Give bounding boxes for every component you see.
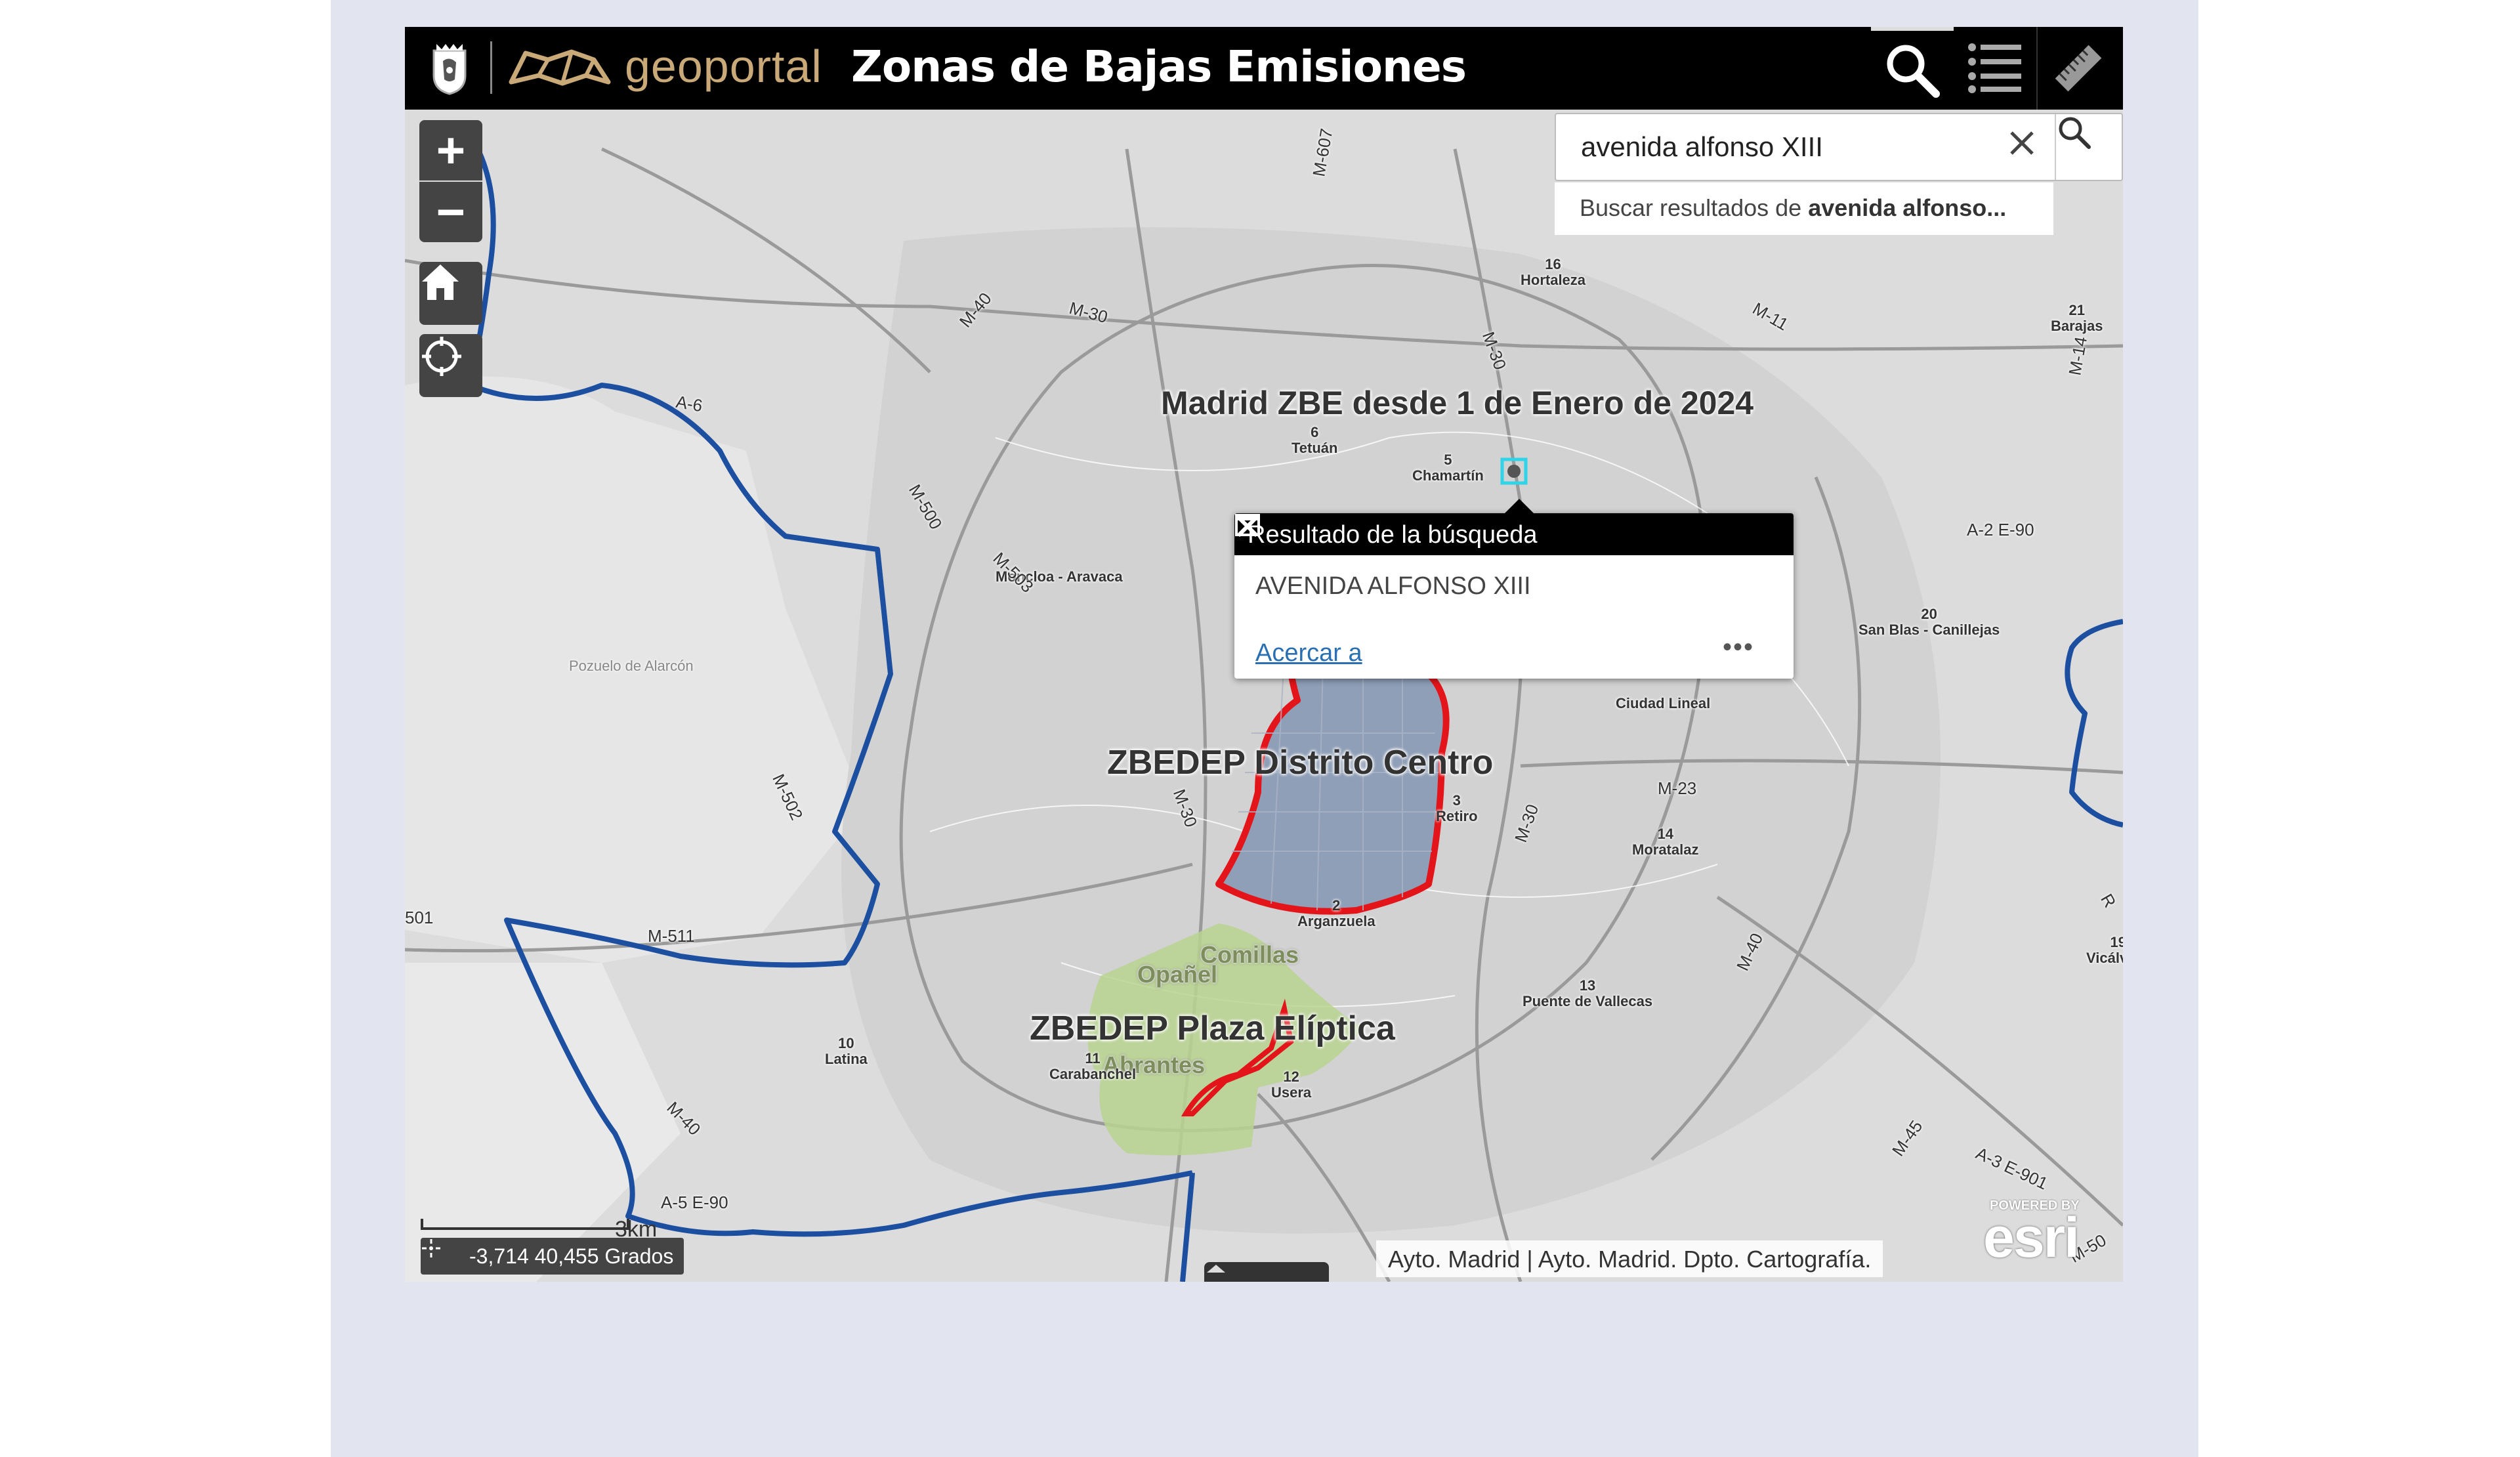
chevron-up-icon <box>1207 1265 1225 1273</box>
expand-panel-button[interactable] <box>1204 1262 1329 1282</box>
close-icon[interactable] <box>1234 513 1261 539</box>
district-carabanchel: 11 Carabanchel <box>1049 1050 1137 1083</box>
search-input[interactable] <box>1556 114 2055 180</box>
district-vallecas: 13 Puente de Vallecas <box>1522 977 1653 1010</box>
layer-list-button[interactable] <box>1954 27 2036 110</box>
search-icon <box>2059 117 2091 149</box>
district-usera: 12 Usera <box>1271 1068 1312 1101</box>
popup-header: Resultado de la búsqueda <box>1234 513 1794 555</box>
zoom-to-link[interactable]: Acercar a <box>1255 639 1362 667</box>
measure-button[interactable] <box>2036 27 2119 110</box>
crosshair-icon <box>422 1239 440 1257</box>
opanel-label: Opañel <box>1137 961 1218 988</box>
district-chamartin: 5 Chamartín <box>1412 452 1484 484</box>
district-moratalaz: 14 Moratalaz <box>1632 826 1699 858</box>
geoportal-logo-text[interactable]: geoportal <box>625 40 822 93</box>
madrid-zbe-label: Madrid ZBE desde 1 de Enero de 2024 <box>1161 385 1754 421</box>
search-toggle-button[interactable] <box>1871 27 1954 110</box>
clear-search-button[interactable] <box>2007 129 2044 165</box>
district-tetuan: 6 Tetuán <box>1292 424 1338 457</box>
road-label: A-2 E-90 <box>1967 520 2034 539</box>
map-canvas[interactable] <box>405 110 2123 1282</box>
search-submit-button[interactable] <box>2055 114 2123 180</box>
map-app: geoportal Zonas de Bajas Emisiones Madri… <box>405 27 2123 1282</box>
popup-result-text: AVENIDA ALFONSO XIII <box>1255 572 1531 600</box>
search-suggestion[interactable]: Buscar resultados de avenida alfonso... <box>1555 182 2053 235</box>
attribution: Ayto. Madrid | Ayto. Madrid. Dpto. Carto… <box>1376 1240 1883 1277</box>
measure-ruler-icon <box>2055 45 2102 92</box>
road-label: A-5 E-90 <box>661 1193 728 1212</box>
city-crest-icon[interactable] <box>430 41 469 95</box>
search-icon <box>1887 45 1940 98</box>
coordinate-readout[interactable]: -3,714 40,455 Grados <box>421 1238 684 1275</box>
suggestion-term: avenida alfonso... <box>1808 194 2007 221</box>
district-latina: 10 Latina <box>825 1035 868 1068</box>
district-ciudadlineal: Ciudad Lineal <box>1616 695 1711 711</box>
search-result-popup: Resultado de la búsqueda AVENIDA ALFONSO… <box>1234 499 1794 679</box>
road-label: M-511 <box>648 926 695 946</box>
coordinate-text: -3,714 40,455 Grados <box>469 1244 674 1268</box>
road-label: 501 <box>405 908 434 927</box>
road-label: M-23 <box>1658 778 1697 798</box>
popup-title: Resultado de la búsqueda <box>1248 521 1538 549</box>
header-divider <box>490 41 492 94</box>
map-view[interactable]: Madrid ZBE desde 1 de Enero de 2024 ZBED… <box>405 110 2123 1282</box>
district-arganzuela: 2 Arganzuela <box>1297 897 1376 930</box>
popup-pointer <box>1505 499 1534 513</box>
district-sanblas: 20 San Blas - Canillejas <box>1858 606 2000 639</box>
suggestion-prefix: Buscar resultados de <box>1580 194 1809 221</box>
district-retiro: 3 Retiro <box>1436 792 1478 825</box>
district-vicalvaro: 19Vicálvaro <box>2086 934 2123 967</box>
district-barajas: 21 Barajas <box>2051 302 2103 335</box>
district-hortaleza: 16 Hortaleza <box>1521 256 1586 289</box>
app-header: geoportal Zonas de Bajas Emisiones <box>405 27 2123 110</box>
more-actions-button[interactable]: ••• <box>1723 633 1754 662</box>
home-icon <box>422 264 459 300</box>
search-widget <box>1555 113 2123 181</box>
zbedep-centro-label: ZBEDEP Distrito Centro <box>1107 744 1494 782</box>
locate-icon <box>422 337 461 376</box>
app-title: Zonas de Bajas Emisiones <box>851 41 1467 92</box>
esri-logo[interactable]: esri <box>1983 1206 2080 1271</box>
zoom-in-button[interactable]: + <box>419 120 482 180</box>
close-icon <box>2010 131 2034 155</box>
geoportal-logo-icon[interactable] <box>507 47 612 90</box>
locate-button[interactable] <box>419 334 482 397</box>
zoom-out-button[interactable]: − <box>419 182 482 242</box>
zbedep-eliptica-label: ZBEDEP Plaza Elíptica <box>1030 1009 1395 1047</box>
home-button[interactable] <box>419 262 482 325</box>
pozuelo-label: Pozuelo de Alarcón <box>569 658 694 674</box>
layer-list-icon <box>1968 43 2021 93</box>
